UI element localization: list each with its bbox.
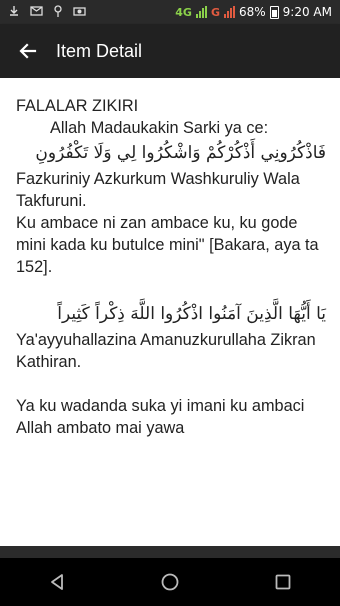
- signal-bars-icon: [195, 6, 207, 18]
- navigation-bar: [0, 558, 340, 606]
- download-icon: [8, 5, 20, 20]
- detail-text: FALALAR ZIKIRI Allah Madaukakin Sarki ya…: [0, 78, 340, 439]
- network-4g: 4G: [175, 5, 192, 19]
- camera-icon: [73, 5, 86, 20]
- nav-recent-icon: [275, 574, 291, 590]
- heading: FALALAR ZIKIRI: [16, 97, 139, 115]
- transliteration-2: Ya'ayyuhallazina Amanuzkurullaha Zikran …: [16, 331, 316, 371]
- nav-back-icon: [50, 574, 63, 590]
- nav-back-button[interactable]: [37, 562, 77, 602]
- battery-icon: [269, 5, 279, 19]
- back-button[interactable]: [0, 24, 56, 78]
- page-title: Item Detail: [56, 40, 143, 61]
- signal-bars-2-icon: [224, 6, 235, 18]
- translation-2: Ya ku wadanda suka yi imani ku ambaci Al…: [16, 397, 305, 437]
- arabic-verse-1: فَاذْكُرُونِي أَذْكُرْكُمْ وَاشْكُرُوا ل…: [35, 143, 326, 163]
- arrow-back-icon: [19, 43, 37, 59]
- bottom-divider: [0, 546, 340, 558]
- nav-recent-button[interactable]: [263, 562, 303, 602]
- transliteration-1: Fazkuriniy Azkurkum Washkuruliy Wala Tak…: [16, 170, 300, 210]
- network-g: G: [210, 5, 220, 19]
- battery-percent: 68%: [239, 5, 266, 19]
- status-indicators: 4G G 68% 9:20 AM: [175, 5, 340, 19]
- translation-1: Ku ambace ni zan ambace ku, ku gode mini…: [16, 214, 319, 276]
- location-icon: [53, 4, 63, 20]
- app-bar: Item Detail: [0, 24, 340, 78]
- arabic-verse-2: يَا أَيُّهَا الَّذِينَ آمَنُوا اذْكُرُوا…: [57, 304, 326, 324]
- nav-home-icon: [161, 573, 179, 591]
- message-icon: [30, 5, 43, 20]
- nav-home-button[interactable]: [150, 562, 190, 602]
- notification-icons: [0, 4, 86, 20]
- detail-content[interactable]: FALALAR ZIKIRI Allah Madaukakin Sarki ya…: [0, 78, 340, 546]
- clock: 9:20 AM: [282, 5, 332, 19]
- intro-text: Allah Madaukakin Sarki ya ce:: [50, 119, 269, 137]
- status-bar: 4G G 68% 9:20 AM: [0, 0, 340, 24]
